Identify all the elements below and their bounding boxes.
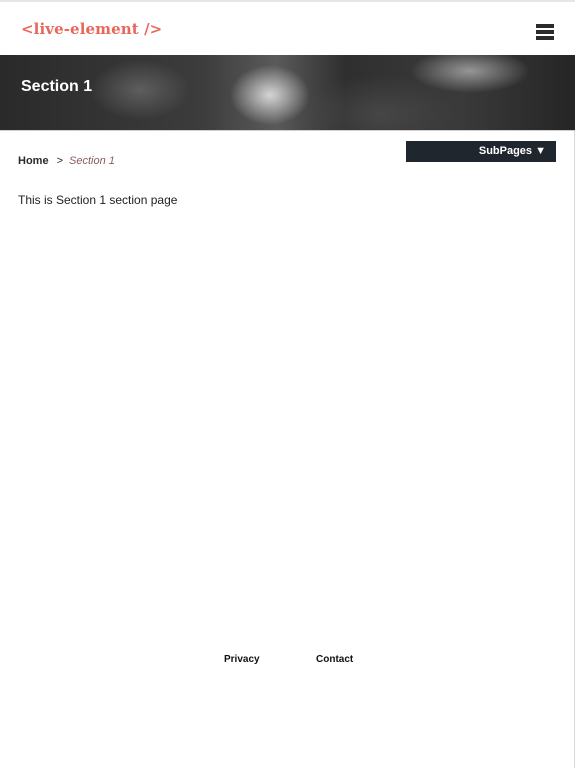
- footer-privacy-link[interactable]: Privacy: [224, 654, 260, 665]
- hero-divider: [0, 130, 575, 131]
- page-title: Section 1: [21, 78, 93, 95]
- page: <live-element /> Section 1 Home > Section …: [0, 0, 575, 768]
- footer-contact-link[interactable]: Contact: [316, 654, 353, 665]
- breadcrumb: Home > Section 1: [18, 155, 115, 167]
- menu-bar-top: [536, 24, 554, 28]
- breadcrumb-current: Section 1: [69, 155, 115, 167]
- site-logo[interactable]: <live-element />: [21, 20, 162, 38]
- breadcrumb-home-link[interactable]: Home: [18, 155, 49, 167]
- hamburger-menu-icon[interactable]: [532, 20, 558, 44]
- site-header: <live-element />: [0, 2, 575, 55]
- menu-bar-bottom: [536, 36, 554, 40]
- section-body-text: This is Section 1 section page: [18, 193, 178, 207]
- subpages-dropdown-button[interactable]: SubPages ▼: [406, 141, 556, 162]
- hero-banner: Section 1: [0, 55, 575, 130]
- menu-bar-middle: [536, 30, 554, 34]
- breadcrumb-separator: >: [56, 155, 63, 167]
